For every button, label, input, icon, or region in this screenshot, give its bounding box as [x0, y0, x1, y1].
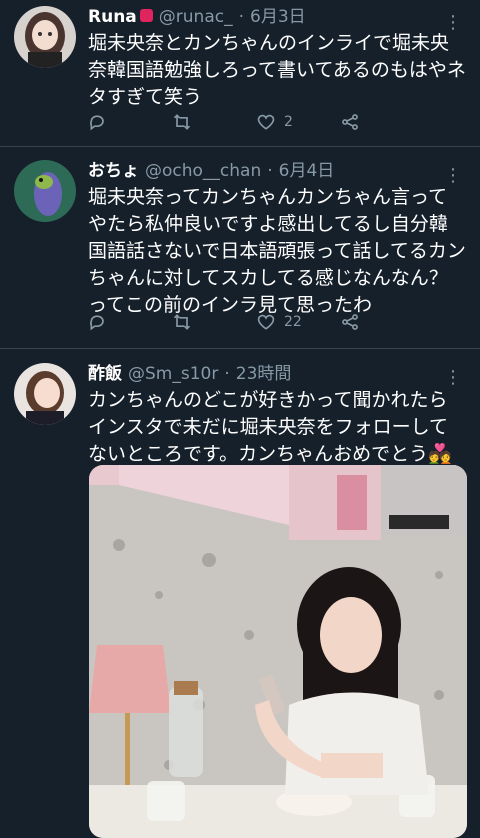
display-name[interactable]: Runa	[88, 4, 137, 30]
share-button[interactable]	[340, 112, 410, 132]
handle[interactable]: @Sm_s10r	[128, 361, 218, 387]
retweet-icon	[173, 114, 191, 130]
like-count: 2	[284, 114, 293, 130]
display-name[interactable]: おちょ	[88, 158, 139, 184]
avatar[interactable]	[14, 6, 76, 68]
retweet-icon	[173, 314, 191, 330]
reply-icon	[90, 115, 104, 131]
separator: ·	[267, 161, 273, 181]
tweet-photo[interactable]	[89, 465, 467, 838]
avatar[interactable]	[14, 160, 76, 222]
reply-button[interactable]	[88, 112, 158, 132]
heart-icon	[257, 114, 275, 130]
retweet-button[interactable]	[172, 312, 242, 332]
timestamp[interactable]: 23時間	[236, 361, 292, 387]
share-icon	[342, 114, 358, 130]
more-options-icon[interactable]: ⋮	[444, 14, 462, 32]
strawberry-emoji-icon	[139, 9, 153, 22]
tweet-card[interactable]: おちょ @ocho__chan · 6月4日 堀未央奈ってカンちゃんカンちゃん言…	[0, 147, 480, 349]
like-button[interactable]: 22	[256, 312, 326, 332]
tweet-text: カンちゃんのどこが好きかって聞かれたらインスタで未だに堀未央奈をフォローしてない…	[88, 389, 452, 465]
separator: ·	[224, 364, 230, 384]
handle[interactable]: @runac_	[159, 4, 233, 30]
display-name[interactable]: 酢飯	[88, 361, 122, 387]
reply-icon	[90, 315, 104, 331]
retweet-button[interactable]	[172, 112, 242, 132]
more-options-icon[interactable]: ⋮	[444, 167, 462, 185]
like-count: 22	[284, 314, 302, 330]
separator: ·	[238, 7, 244, 27]
heart-icon	[257, 314, 275, 330]
timestamp[interactable]: 6月3日	[250, 4, 306, 30]
timestamp[interactable]: 6月4日	[279, 158, 335, 184]
tweet-text: 堀未央奈とカンちゃんのインライで堀未央奈韓国語勉強しろって書いてあるのもはやネタ…	[88, 32, 466, 108]
avatar[interactable]	[14, 363, 76, 425]
tweet-card[interactable]: Runa @runac_ · 6月3日 堀未央奈とカンちゃんのインライで堀未央奈…	[0, 0, 480, 147]
tweet-text: 堀未央奈ってカンちゃんカンちゃん言ってやたら私仲良いですよ感出してるし自分韓国語…	[88, 186, 466, 316]
more-options-icon[interactable]: ⋮	[444, 369, 462, 387]
like-button[interactable]: 2	[256, 112, 326, 132]
tweet-card[interactable]: 酢飯 @Sm_s10r · 23時間 カンちゃんのどこが好きかって聞かれたらイン…	[0, 349, 480, 838]
share-button[interactable]	[340, 312, 410, 332]
handle[interactable]: @ocho__chan	[145, 158, 261, 184]
reply-button[interactable]	[88, 312, 158, 332]
share-icon	[342, 314, 358, 330]
